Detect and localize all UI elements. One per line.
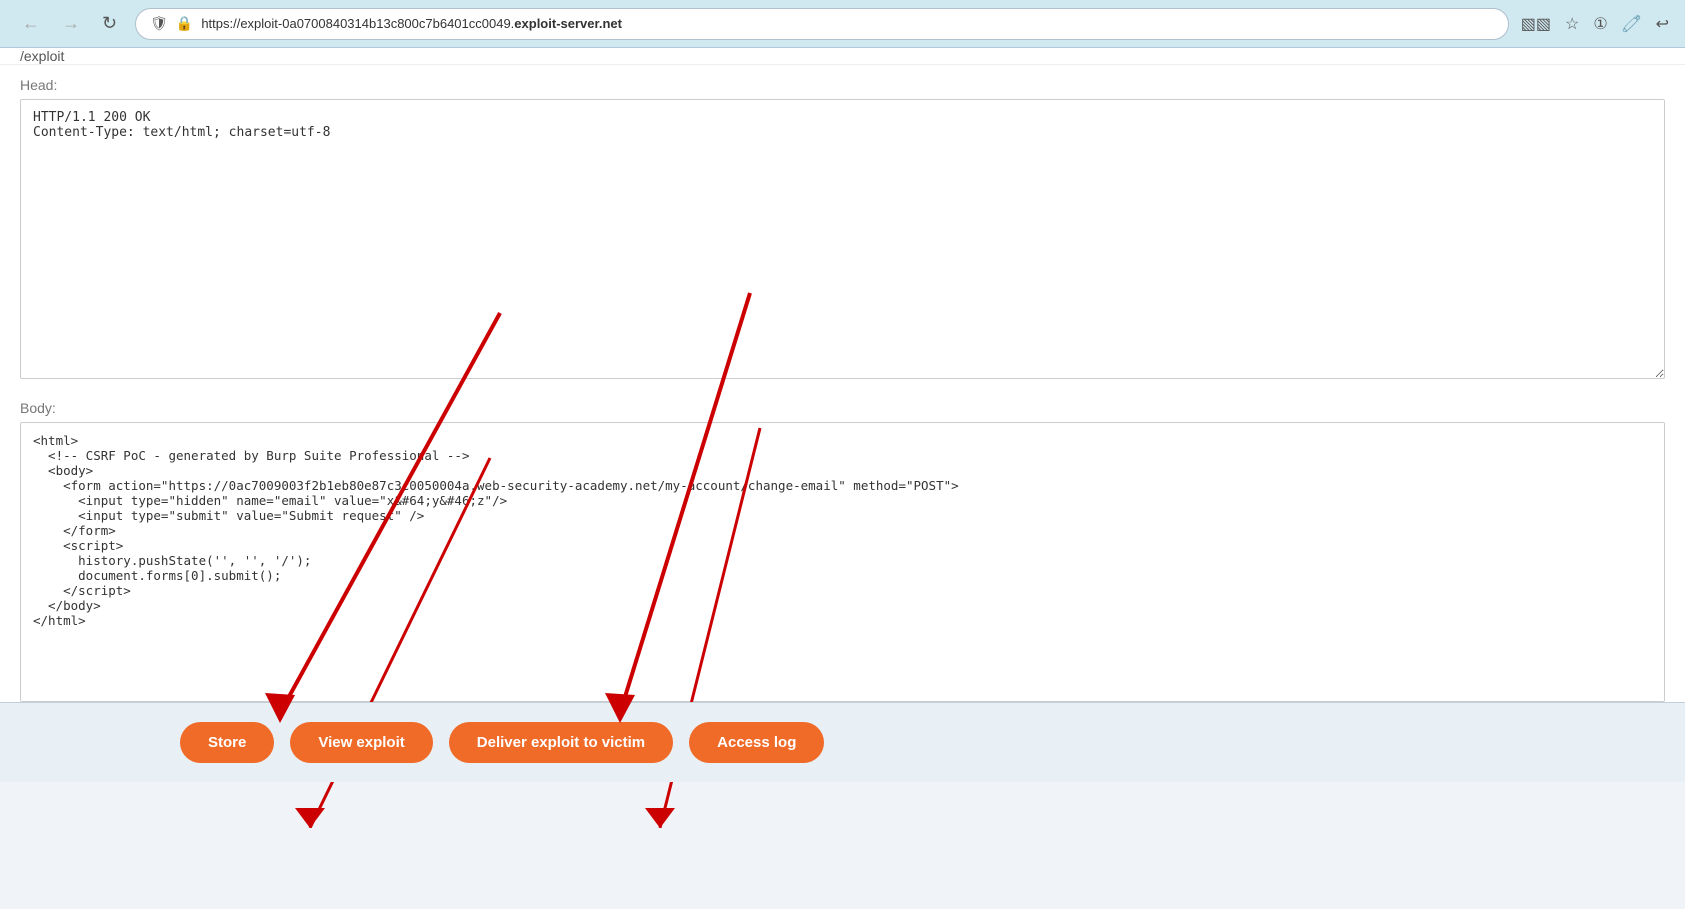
qr-button[interactable]: ▧▧ xyxy=(1521,14,1551,34)
head-label: Head: xyxy=(20,65,1665,99)
browser-chrome: ← → ↻ 🛡 🔒 https://exploit-0a0700840314b1… xyxy=(0,0,1685,48)
store-button[interactable]: Store xyxy=(180,722,274,763)
reload-button[interactable]: ↻ xyxy=(96,11,123,36)
address-bar[interactable]: 🛡 🔒 https://exploit-0a0700840314b13c800c… xyxy=(135,8,1509,40)
shield-icon: 🛡 xyxy=(150,15,168,32)
undo-button[interactable]: ↩ xyxy=(1656,14,1669,34)
back-button[interactable]: ← xyxy=(16,11,46,36)
forward-button[interactable]: → xyxy=(56,11,86,36)
bottom-toolbar: Store View exploit Deliver exploit to vi… xyxy=(0,702,1685,782)
body-textarea-container: <html> <!-- CSRF PoC - generated by Burp… xyxy=(20,422,1665,702)
body-label: Body: xyxy=(20,400,1665,422)
profile-button[interactable]: ① xyxy=(1593,14,1607,34)
body-section: Body: <html> <!-- CSRF PoC - generated b… xyxy=(0,400,1685,702)
access-log-button[interactable]: Access log xyxy=(689,722,824,763)
body-textarea[interactable]: <html> <!-- CSRF PoC - generated by Burp… xyxy=(21,423,1664,701)
deliver-exploit-button[interactable]: Deliver exploit to victim xyxy=(449,722,673,763)
lock-icon: 🔒 xyxy=(176,15,193,32)
head-section: Head: HTTP/1.1 200 OK Content-Type: text… xyxy=(0,65,1685,384)
nav-buttons: ← → ↻ xyxy=(16,11,123,36)
bookmark-button[interactable]: ☆ xyxy=(1565,14,1579,34)
exploit-path: /exploit xyxy=(0,48,1685,65)
view-exploit-button[interactable]: View exploit xyxy=(290,722,432,763)
extensions-button[interactable]: 🧷 xyxy=(1622,14,1642,34)
address-text: https://exploit-0a0700840314b13c800c7b64… xyxy=(201,16,1493,31)
head-textarea[interactable]: HTTP/1.1 200 OK Content-Type: text/html;… xyxy=(20,99,1665,379)
browser-actions: ▧▧ ☆ ① 🧷 ↩ xyxy=(1521,14,1669,34)
page-content: /exploit Head: HTTP/1.1 200 OK Content-T… xyxy=(0,48,1685,782)
